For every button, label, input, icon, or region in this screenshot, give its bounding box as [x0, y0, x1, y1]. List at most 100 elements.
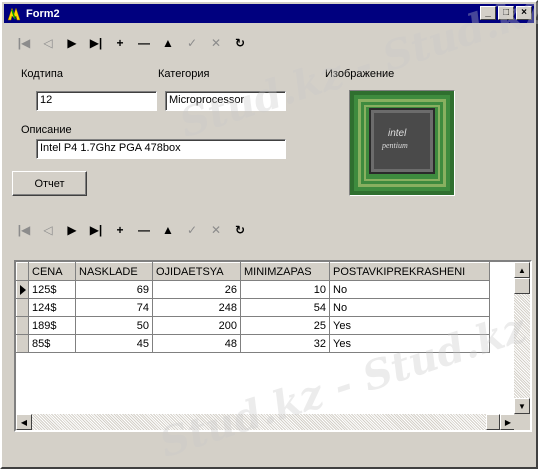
grid-corner-cell	[16, 262, 29, 281]
product-image: intel pentium	[349, 90, 455, 196]
cancel-icon: ✕	[210, 223, 222, 237]
image-label: Изображение	[325, 68, 395, 80]
cancel-icon: ✕	[210, 36, 222, 50]
report-button-label: Отчет	[34, 177, 65, 190]
table-row[interactable]: 124$ 74 248 54 No	[16, 298, 490, 317]
first-icon: |◀	[17, 223, 31, 237]
table-row[interactable]: 125$ 69 26 10 No	[16, 280, 490, 299]
nav-first-button[interactable]: |◀	[12, 33, 36, 53]
edit-icon: ▲	[162, 223, 174, 237]
column-header-postavkiprekrasheni[interactable]: POSTAVKIPREKRASHENI	[329, 262, 490, 281]
row-indicator[interactable]	[16, 280, 29, 299]
nav-next-button[interactable]: ▶	[60, 33, 84, 53]
table-row[interactable]: 189$ 50 200 25 Yes	[16, 316, 490, 335]
cell-cena[interactable]: 124$	[28, 298, 76, 317]
nav-cancel-button[interactable]: ✕	[204, 33, 228, 53]
nav-insert-button[interactable]: +	[108, 33, 132, 53]
cell-nasklade[interactable]: 74	[75, 298, 153, 317]
maximize-button[interactable]: □	[498, 6, 514, 20]
cell-ojidaetsya[interactable]: 26	[152, 280, 241, 299]
nav2-next-button[interactable]: ▶	[60, 220, 84, 240]
row-indicator[interactable]	[16, 298, 29, 317]
nav2-refresh-button[interactable]: ↻	[228, 220, 252, 240]
column-header-ojidaetsya[interactable]: OJIDAETSYA	[152, 262, 241, 281]
cell-postavkiprekrasheni[interactable]: Yes	[329, 334, 490, 353]
cell-cena[interactable]: 85$	[28, 334, 76, 353]
prior-icon: ◁	[43, 223, 53, 237]
cell-postavkiprekrasheni[interactable]: No	[329, 298, 490, 317]
scroll-thumb-horizontal[interactable]	[486, 414, 500, 430]
cell-ojidaetsya[interactable]: 48	[152, 334, 241, 353]
category-label: Категория	[158, 68, 210, 80]
nav2-insert-button[interactable]: +	[108, 220, 132, 240]
cell-minimzapas[interactable]: 25	[240, 316, 330, 335]
scroll-up-icon: ▲	[518, 265, 526, 275]
column-header-minimzapas[interactable]: MINIMZAPAS	[240, 262, 330, 281]
first-icon: |◀	[17, 36, 31, 50]
nav2-last-button[interactable]: ▶|	[84, 220, 108, 240]
cell-minimzapas[interactable]: 10	[240, 280, 330, 299]
grid-table: CENA NASKLADE OJIDAETSYA MINIMZAPAS POST…	[16, 262, 490, 353]
nav2-edit-button[interactable]: ▲	[156, 220, 180, 240]
cell-postavkiprekrasheni[interactable]: No	[329, 280, 490, 299]
nav-prior-button[interactable]: ◁	[36, 33, 60, 53]
check-icon: ✓	[186, 36, 198, 50]
row-indicator[interactable]	[16, 334, 29, 353]
scroll-down-icon: ▼	[518, 401, 526, 411]
last-icon: ▶|	[89, 223, 103, 237]
db-grid[interactable]: CENA NASKLADE OJIDAETSYA MINIMZAPAS POST…	[14, 260, 532, 432]
nav-edit-button[interactable]: ▲	[156, 33, 180, 53]
nav2-cancel-button[interactable]: ✕	[204, 220, 228, 240]
main-window: Form2 _ □ × |◀ ◁ ▶ ▶| + — ▲ ✓ ✕ ↻ Кодтип…	[0, 0, 538, 469]
cell-cena[interactable]: 125$	[28, 280, 76, 299]
description-field[interactable]: Intel P4 1.7Ghz PGA 478box	[36, 139, 286, 159]
nav2-first-button[interactable]: |◀	[12, 220, 36, 240]
vertical-scrollbar[interactable]: ▲ ▼	[514, 262, 530, 414]
scroll-left-button[interactable]: ◀	[16, 414, 32, 430]
refresh-icon: ↻	[234, 36, 246, 50]
nav-refresh-button[interactable]: ↻	[228, 33, 252, 53]
nav-post-button[interactable]: ✓	[180, 33, 204, 53]
report-button[interactable]: Отчет	[12, 171, 87, 196]
cell-minimzapas[interactable]: 32	[240, 334, 330, 353]
cell-cena[interactable]: 189$	[28, 316, 76, 335]
cell-ojidaetsya[interactable]: 248	[152, 298, 241, 317]
refresh-icon: ↻	[234, 223, 246, 237]
scroll-up-button[interactable]: ▲	[514, 262, 530, 278]
category-field[interactable]: Microprocessor	[165, 91, 286, 111]
minus-icon: —	[138, 36, 150, 50]
next-icon: ▶	[67, 223, 77, 237]
cell-nasklade[interactable]: 69	[75, 280, 153, 299]
minimize-button[interactable]: _	[480, 6, 496, 20]
cell-minimzapas[interactable]: 54	[240, 298, 330, 317]
nav2-post-button[interactable]: ✓	[180, 220, 204, 240]
close-button[interactable]: ×	[516, 6, 532, 20]
nav2-delete-button[interactable]: —	[132, 220, 156, 240]
scroll-thumb-vertical[interactable]	[514, 278, 530, 294]
column-header-cena[interactable]: CENA	[28, 262, 76, 281]
scroll-left-icon: ◀	[20, 417, 28, 427]
kodtipa-field[interactable]: 12	[36, 91, 157, 111]
horizontal-scrollbar[interactable]: ◀ ▶	[16, 414, 516, 430]
prior-icon: ◁	[43, 36, 53, 50]
app-icon	[6, 6, 22, 22]
scroll-down-button[interactable]: ▼	[514, 398, 530, 414]
next-icon: ▶	[67, 36, 77, 50]
cell-postavkiprekrasheni[interactable]: Yes	[329, 316, 490, 335]
db-navigator-bottom: |◀ ◁ ▶ ▶| + — ▲ ✓ ✕ ↻	[12, 220, 252, 240]
nav-delete-button[interactable]: —	[132, 33, 156, 53]
nav2-prior-button[interactable]: ◁	[36, 220, 60, 240]
window-title: Form2	[26, 7, 60, 20]
cell-nasklade[interactable]: 50	[75, 316, 153, 335]
row-indicator[interactable]	[16, 316, 29, 335]
kodtipa-label: Кодтипа	[21, 68, 63, 80]
close-icon: ×	[521, 7, 527, 18]
minimize-icon: _	[485, 7, 491, 18]
table-row[interactable]: 85$ 45 48 32 Yes	[16, 334, 490, 353]
title-bar[interactable]: Form2 _ □ ×	[4, 4, 534, 23]
column-header-nasklade[interactable]: NASKLADE	[75, 262, 153, 281]
cell-ojidaetsya[interactable]: 200	[152, 316, 241, 335]
nav-last-button[interactable]: ▶|	[84, 33, 108, 53]
description-label: Описание	[21, 124, 72, 136]
cell-nasklade[interactable]: 45	[75, 334, 153, 353]
